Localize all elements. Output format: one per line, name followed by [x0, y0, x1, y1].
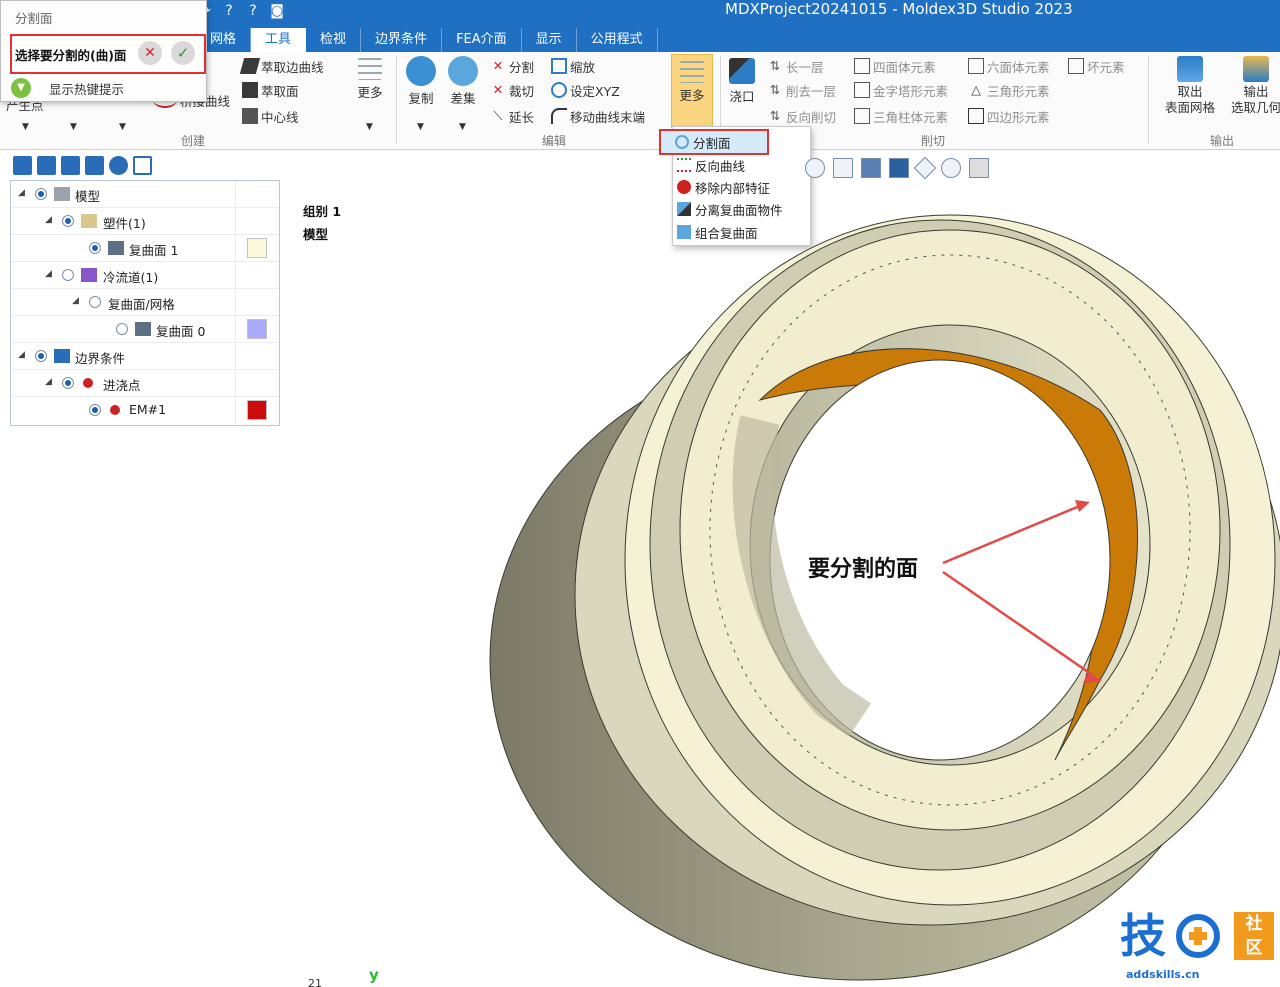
watermark-tag: 社 区	[1234, 912, 1274, 960]
axis-number: 21	[308, 977, 322, 987]
axis-y-label: y	[369, 966, 379, 984]
watermark-brand: 技	[1120, 909, 1166, 963]
split-face-annotation: 要分割的面	[808, 557, 919, 582]
3d-viewport[interactable]	[0, 0, 1280, 987]
watermark-url: addskills.cn	[1126, 968, 1200, 981]
watermark-plus-icon	[1176, 914, 1220, 958]
watermark-tag-1: 社	[1245, 914, 1263, 934]
app-window: ↷ ? ? ◙ MDXProject20241015 - Moldex3D St…	[0, 0, 1280, 987]
watermark-tag-2: 区	[1245, 938, 1263, 958]
